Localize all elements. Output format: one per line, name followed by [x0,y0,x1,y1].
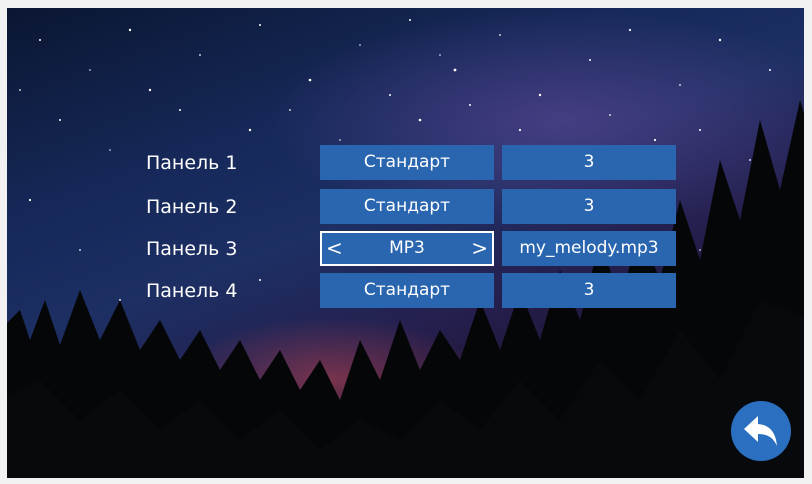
panel-row-4: Панель 4 Стандарт 3 [0,273,812,309]
screen: Панель 1 Стандарт 3 Панель 2 Стандарт 3 … [0,0,812,484]
ringtone-type-selector[interactable]: < MP3 > [320,231,494,266]
chevron-left-icon[interactable]: < [326,233,343,264]
ringtone-type-button[interactable]: Стандарт [320,189,494,224]
panel-label: Панель 2 [146,196,238,218]
frame-border-left [0,0,7,484]
ringtone-type-value: MP3 [389,238,425,258]
panel-row-2: Панель 2 Стандарт 3 [0,189,812,225]
panel-label: Панель 1 [146,152,238,174]
ringtone-value-button[interactable]: 3 [502,273,676,308]
chevron-right-icon[interactable]: > [471,233,488,264]
frame-border-right [804,0,812,484]
panel-label: Панель 4 [146,280,238,302]
ringtone-type-button[interactable]: Стандарт [320,145,494,180]
panel-row-3: Панель 3 < MP3 > my_melody.mp3 [0,231,812,267]
panel-row-1: Панель 1 Стандарт 3 [0,145,812,181]
back-button[interactable] [731,401,791,461]
ringtone-value-button[interactable]: 3 [502,145,676,180]
frame-border-top [0,0,812,8]
back-arrow-icon [744,416,777,446]
frame-border-bottom [0,478,812,484]
ringtone-type-button[interactable]: Стандарт [320,273,494,308]
panel-label: Панель 3 [146,238,238,260]
ringtone-value-button[interactable]: 3 [502,189,676,224]
ringtone-value-button[interactable]: my_melody.mp3 [502,231,676,266]
